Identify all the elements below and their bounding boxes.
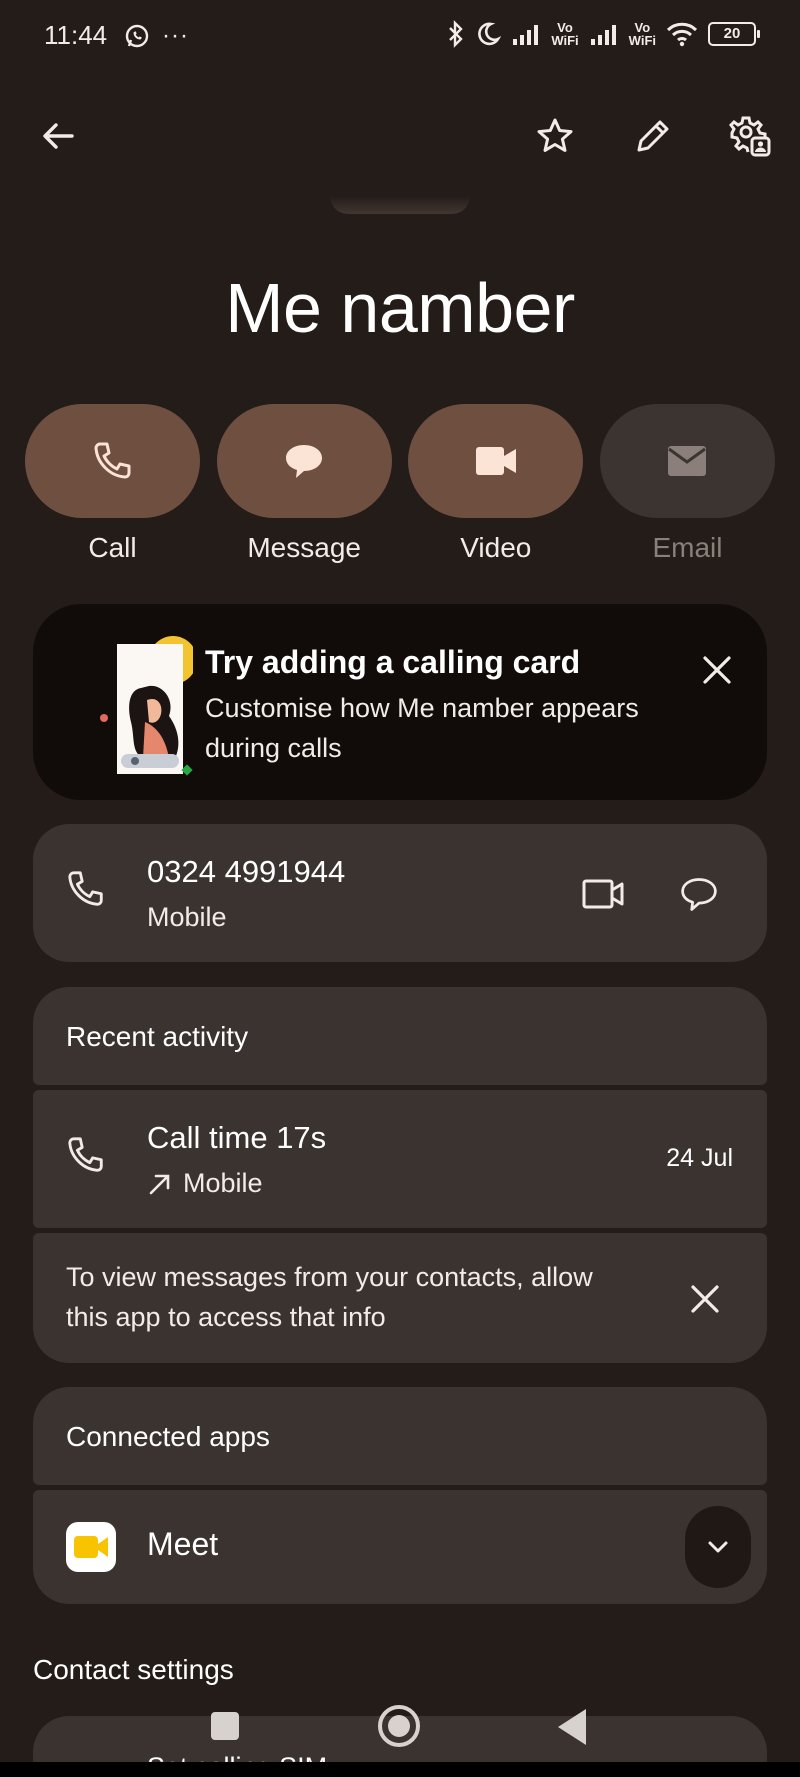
quick-actions: Call Message Video Email <box>25 404 775 564</box>
expand-meet-button[interactable] <box>685 1506 751 1588</box>
back-button[interactable] <box>30 108 86 164</box>
outgoing-arrow-icon <box>149 1174 170 1194</box>
star-icon <box>537 118 573 152</box>
calling-card-banner[interactable]: Try adding a calling card Customise how … <box>33 604 767 800</box>
connected-apps-header: Connected apps <box>33 1387 767 1485</box>
vowifi-label-1: Vo WiFi <box>551 20 579 48</box>
phone-type: Mobile <box>147 902 227 932</box>
wifi-icon <box>666 22 698 47</box>
chevron-down-icon <box>708 1541 728 1553</box>
call-duration: Call time 17s <box>147 1120 327 1155</box>
signal-icon-2 <box>590 25 616 45</box>
video-icon <box>475 447 516 475</box>
home-nav-button[interactable] <box>378 1705 420 1747</box>
send-message-button[interactable] <box>669 864 729 924</box>
phone-icon <box>68 1137 103 1172</box>
email-button <box>599 404 775 518</box>
video-label: Video <box>460 532 532 563</box>
avatar-photo <box>330 196 470 214</box>
arrow-left-icon <box>43 123 74 149</box>
call-date: 24 Jul <box>666 1144 733 1172</box>
recent-activity-header: Recent activity <box>33 987 767 1085</box>
message-label: Message <box>247 532 361 563</box>
video-action[interactable]: Video <box>408 404 584 564</box>
close-icon <box>691 1285 719 1313</box>
call-direction: Mobile <box>147 1168 263 1199</box>
overflow-dots: ··· <box>162 22 189 49</box>
banner-title: Try adding a calling card <box>205 644 581 680</box>
call-type: Mobile <box>183 1168 263 1198</box>
vowifi-label-2: Vo WiFi <box>628 20 656 48</box>
battery-indicator: 20 <box>708 22 760 46</box>
recent-activity-title: Recent activity <box>66 1021 249 1052</box>
meet-app-item[interactable]: Meet <box>33 1490 767 1604</box>
message-icon <box>286 445 323 478</box>
recent-call-item[interactable]: Call time 17s Mobile 24 Jul <box>33 1090 767 1228</box>
banner-close-button[interactable] <box>689 642 745 698</box>
calling-card-illustration <box>83 626 197 776</box>
contact-settings-title: Contact settings <box>33 1654 234 1685</box>
video-icon <box>582 879 624 909</box>
permission-prompt[interactable]: To view messages from your contacts, all… <box>33 1233 767 1363</box>
message-button[interactable] <box>216 404 392 518</box>
status-bar: 11:44 ··· Vo WiFi Vo WiFi 20 <box>0 0 800 76</box>
video-button[interactable] <box>408 404 584 518</box>
phone-icon <box>94 442 130 479</box>
phone-number-card[interactable]: 0324 4991944 Mobile <box>33 824 767 962</box>
meet-logo-icon <box>66 1522 116 1572</box>
edit-button[interactable] <box>625 108 681 164</box>
banner-subtitle: Customise how Me namber appears during c… <box>205 693 639 763</box>
meet-label: Meet <box>147 1526 219 1562</box>
message-icon <box>681 878 717 911</box>
video-call-button[interactable] <box>573 864 633 924</box>
dismiss-permission-button[interactable] <box>677 1271 733 1327</box>
do-not-disturb-moon-icon <box>478 22 502 46</box>
email-label: Email <box>652 532 723 563</box>
email-icon <box>668 446 707 476</box>
connected-apps-title: Connected apps <box>66 1421 270 1452</box>
phone-icon <box>68 871 103 906</box>
email-action: Email <box>599 404 775 564</box>
back-nav-button[interactable] <box>558 1709 586 1745</box>
whatsapp-icon <box>125 24 149 48</box>
permission-text: To view messages from your contacts, all… <box>66 1262 593 1332</box>
phone-number: 0324 4991944 <box>147 854 346 889</box>
recents-nav-button[interactable] <box>211 1712 239 1740</box>
pencil-icon <box>637 120 669 152</box>
contact-name: Me namber <box>225 269 575 347</box>
status-time: 11:44 <box>44 20 108 50</box>
bluetooth-icon <box>449 20 464 48</box>
favorite-button[interactable] <box>527 108 583 164</box>
contact-settings-button[interactable] <box>722 108 778 164</box>
call-action[interactable]: Call <box>25 404 200 564</box>
message-action[interactable]: Message <box>216 404 392 564</box>
call-button[interactable] <box>25 404 200 518</box>
signal-icon <box>513 25 539 45</box>
call-label: Call <box>88 532 137 563</box>
close-icon <box>703 656 731 684</box>
manage-contact-gear-icon <box>729 116 771 157</box>
